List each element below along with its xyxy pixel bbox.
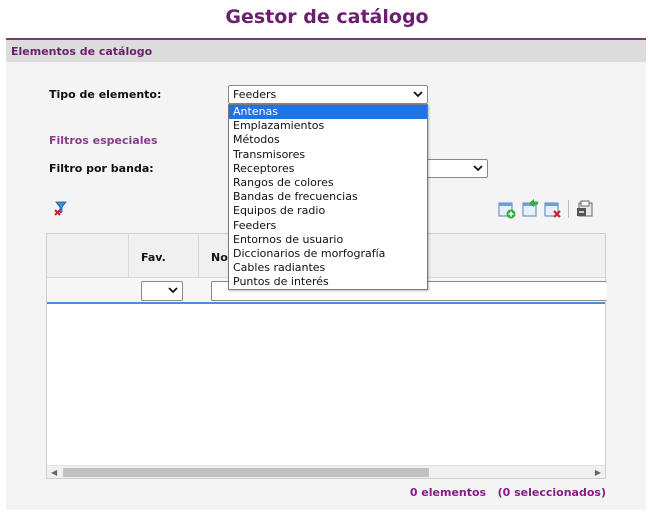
clear-filter-icon[interactable] [52,199,70,217]
toolbar-divider [568,200,569,218]
export-icon[interactable] [576,200,594,218]
dropdown-option[interactable]: Puntos de interés [229,275,427,289]
selected-count: (0 seleccionados) [497,486,606,499]
dropdown-option[interactable]: Rangos de colores [229,176,427,190]
delete-icon[interactable] [544,201,562,219]
chevron-down-icon [168,287,178,294]
dropdown-option[interactable]: Bandas de frecuencias [229,190,427,204]
column-header-name[interactable]: No [211,251,228,264]
dropdown-option[interactable]: Feeders [229,219,427,233]
dropdown-option[interactable]: Diccionarios de morfografía [229,247,427,261]
import-icon[interactable] [521,199,539,217]
scrollbar-thumb[interactable] [63,468,429,477]
tipo-elemento-value: Feeders [233,88,277,101]
dropdown-option[interactable]: Cables radiantes [229,261,427,275]
scroll-left-icon[interactable]: ◀ [51,468,57,477]
dropdown-option[interactable]: Transmisores [229,148,427,162]
chevron-down-icon [473,165,483,172]
scroll-right-icon[interactable]: ▶ [595,468,601,477]
dropdown-option[interactable]: Antenas [229,105,427,120]
tipo-elemento-select[interactable]: Feeders [228,85,428,104]
status-bar: 0 elementos (0 seleccionados) [410,486,606,499]
fav-filter-select[interactable] [141,281,183,301]
filtro-banda-label: Filtro por banda: [49,162,154,175]
horizontal-scrollbar[interactable]: ◀ ▶ [47,465,605,478]
filtros-especiales-label[interactable]: Filtros especiales [49,134,158,147]
page-title: Gestor de catálogo [225,6,429,28]
panel-title: Elementos de catálogo [11,45,153,58]
chevron-down-icon [413,91,423,98]
dropdown-option[interactable]: Equipos de radio [229,204,427,218]
tipo-elemento-label: Tipo de elemento: [49,88,162,101]
dropdown-option[interactable]: Emplazamientos [229,119,427,133]
dropdown-option[interactable]: Receptores [229,162,427,176]
element-count: 0 elementos [409,486,487,499]
tipo-elemento-dropdown-list: Antenas Emplazamientos Métodos Transmisores… [228,104,428,290]
dropdown-option[interactable]: Entornos de usuario [229,233,427,247]
dropdown-option[interactable]: Métodos [229,133,427,147]
add-item-icon[interactable] [498,201,516,219]
column-header-fav[interactable]: Fav. [141,251,166,264]
panel-header: Elementos de catálogo [6,38,646,62]
